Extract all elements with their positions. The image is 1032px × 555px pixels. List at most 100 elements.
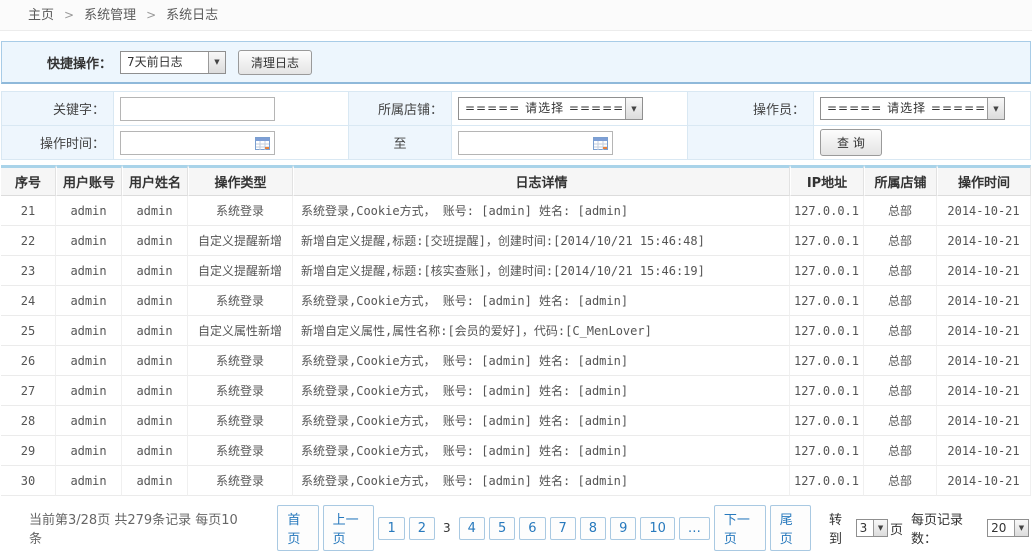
cell-op-type: 系统登录 [188,196,293,226]
prev-page-button[interactable]: 上一页 [323,505,375,551]
cell-op-type: 系统登录 [188,286,293,316]
search-button[interactable]: 查 询 [820,129,882,156]
cell-account: admin [56,376,122,406]
cell-op-time: 2014-10-21 [937,376,1031,406]
time-from-input[interactable] [120,131,275,155]
cell-username: admin [122,196,188,226]
page-current: 3 [439,518,455,538]
table-header-row: 序号 用户账号 用户姓名 操作类型 日志详情 IP地址 所属店铺 操作时间 [1,165,1031,196]
cell-op-type: 系统登录 [188,376,293,406]
store-select[interactable]: ===== 请选择 ===== ▼ [458,97,643,120]
cell-ip: 127.0.0.1 [790,346,864,376]
cell-seq: 28 [1,406,56,436]
cell-account: admin [56,316,122,346]
first-page-button[interactable]: 首页 [277,505,318,551]
calendar-icon[interactable] [593,137,608,150]
breadcrumb-system-manage[interactable]: 系统管理 [84,8,136,23]
cell-store: 总部 [864,376,937,406]
cell-op-type: 系统登录 [188,346,293,376]
cell-op-time: 2014-10-21 [937,286,1031,316]
goto-page-value: 3 [857,520,873,536]
page-button-9[interactable]: 9 [610,517,636,540]
chevron-down-icon[interactable]: ▼ [987,98,1004,119]
cell-username: admin [122,466,188,496]
cell-account: admin [56,436,122,466]
cell-ip: 127.0.0.1 [790,226,864,256]
cell-store: 总部 [864,406,937,436]
time-to-label: 至 [349,126,452,160]
page-button-4[interactable]: 4 [459,517,485,540]
cell-op-time: 2014-10-21 [937,226,1031,256]
operator-cell: ===== 请选择 ===== ▼ [814,92,1031,126]
cell-detail: 系统登录,Cookie方式， 账号: [admin] 姓名: [admin] [293,196,790,226]
chevron-down-icon[interactable]: ▼ [1014,520,1028,536]
pagination-summary: 当前第3/28页 共279条记录 每页10条 [29,509,241,547]
store-label: 所属店铺： [349,92,452,126]
search-label-spacer [688,126,814,160]
keyword-cell [114,92,349,126]
search-cell: 查 询 [814,126,1031,160]
cell-ip: 127.0.0.1 [790,286,864,316]
next-page-button[interactable]: 下一页 [714,505,766,551]
cell-seq: 24 [1,286,56,316]
last-page-button[interactable]: 尾页 [770,505,811,551]
page-button-10[interactable]: 10 [640,517,675,540]
goto-page-select[interactable]: 3 ▼ [856,519,888,537]
breadcrumb-home[interactable]: 主页 [28,8,54,23]
cell-store: 总部 [864,256,937,286]
cell-account: admin [56,406,122,436]
page-button-7[interactable]: 7 [550,517,576,540]
cell-store: 总部 [864,196,937,226]
cell-op-type: 自定义属性新增 [188,316,293,346]
per-page-select[interactable]: 20 ▼ [987,519,1029,537]
cell-username: admin [122,226,188,256]
time-to-cell [452,126,688,160]
cell-username: admin [122,346,188,376]
quick-operations-bar: 快捷操作： 7天前日志 ▼ 清理日志 [1,41,1031,84]
cell-account: admin [56,226,122,256]
cell-seq: 26 [1,346,56,376]
keyword-input[interactable] [120,97,275,121]
cell-account: admin [56,346,122,376]
cell-op-time: 2014-10-21 [937,406,1031,436]
chevron-down-icon[interactable]: ▼ [208,52,225,73]
operator-select[interactable]: ===== 请选择 ===== ▼ [820,97,1005,120]
cell-ip: 127.0.0.1 [790,316,864,346]
page-button-2[interactable]: 2 [409,517,435,540]
cell-op-type: 自定义提醒新增 [188,226,293,256]
col-header-ip: IP地址 [790,165,864,196]
log-age-select-value: 7天前日志 [121,52,208,73]
cell-store: 总部 [864,316,937,346]
cell-ip: 127.0.0.1 [790,436,864,466]
cell-username: admin [122,436,188,466]
page-button-6[interactable]: 6 [519,517,545,540]
page-button-1[interactable]: 1 [378,517,404,540]
page-button-…[interactable]: … [679,517,710,540]
chevron-down-icon[interactable]: ▼ [625,98,642,119]
page-number-list: 12345678910… [376,517,711,540]
cell-detail: 系统登录,Cookie方式， 账号: [admin] 姓名: [admin] [293,376,790,406]
operator-select-value: ===== 请选择 ===== [821,98,987,119]
cell-store: 总部 [864,346,937,376]
cell-op-type: 系统登录 [188,466,293,496]
cell-username: admin [122,256,188,286]
cell-ip: 127.0.0.1 [790,406,864,436]
chevron-down-icon[interactable]: ▼ [873,520,887,536]
clear-log-button[interactable]: 清理日志 [238,50,312,75]
log-age-select[interactable]: 7天前日志 ▼ [120,51,226,74]
cell-account: admin [56,256,122,286]
cell-store: 总部 [864,466,937,496]
pagination-bar: 当前第3/28页 共279条记录 每页10条 首页 上一页 1234567891… [1,505,1031,551]
page-button-5[interactable]: 5 [489,517,515,540]
calendar-icon[interactable] [255,137,270,150]
table-row: 30adminadmin系统登录系统登录,Cookie方式， 账号: [admi… [1,466,1031,496]
per-page-label: 每页记录数： [911,509,985,547]
cell-store: 总部 [864,436,937,466]
cell-username: admin [122,316,188,346]
cell-op-time: 2014-10-21 [937,466,1031,496]
page-button-8[interactable]: 8 [580,517,606,540]
cell-seq: 27 [1,376,56,406]
table-row: 25adminadmin自定义属性新增新增自定义属性,属性名称:[会员的爱好]，… [1,316,1031,346]
time-to-input[interactable] [458,131,613,155]
time-label: 操作时间： [2,126,114,160]
